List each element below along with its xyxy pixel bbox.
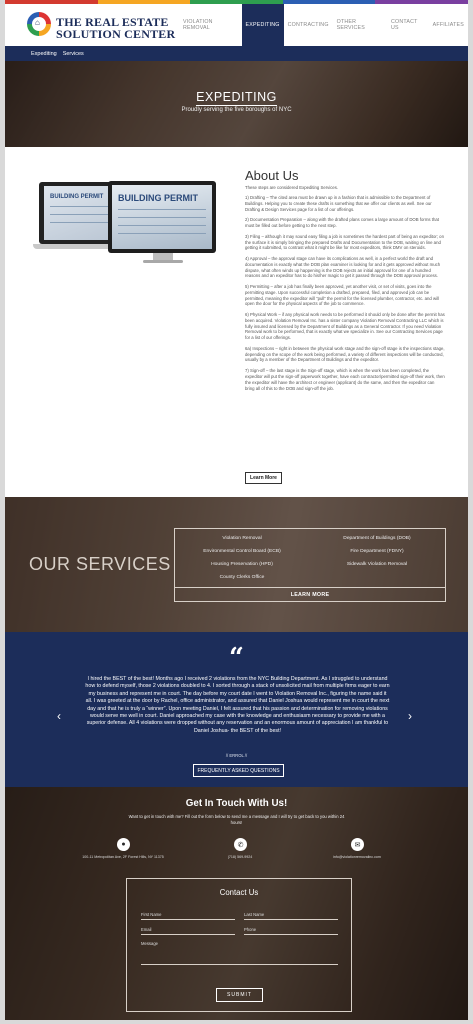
testimonial-text: I hired the BEST of the best! Months ago… (85, 676, 390, 734)
contact-form: Contact Us SUBMIT (126, 878, 352, 1012)
form-title: Contact Us (219, 888, 259, 897)
paper-line (118, 233, 206, 234)
contact-title: Get In Touch With Us! (185, 798, 288, 809)
nav-contact-us[interactable]: CONTACT US (387, 4, 429, 46)
about-section: BUILDING PERMIT BUILDING PERMIT About Us… (5, 147, 468, 497)
paper-line (118, 209, 206, 210)
nav-contracting[interactable]: CONTRACTING (284, 4, 333, 46)
service-violation-removal[interactable]: Violation Removal (177, 536, 307, 541)
submit-button[interactable]: SUBMIT (216, 988, 263, 1002)
contact-subtitle: Want to get in touch with me? Fill out t… (128, 814, 345, 825)
quote-icon: “ (229, 643, 244, 673)
email-field[interactable] (141, 925, 235, 935)
about-paragraph: 4) Approval – the approval stage can hav… (245, 255, 441, 279)
about-paragraph: 2) Documentation Preparation – along wit… (245, 217, 439, 229)
service-hpd[interactable]: Housing Preservation (HPD) (177, 562, 307, 567)
about-paragraph: 1) Drafting – The cited area must be dra… (245, 195, 432, 213)
faq-button[interactable]: FREQUENTLY ASKED QUESTIONS (193, 764, 284, 777)
testimonial-author: // ERROL // (225, 753, 248, 758)
service-ecb[interactable]: Environmental Control Board (ECB) (177, 549, 307, 554)
page-title-text: EXPEDITING (196, 90, 277, 106)
nav-other-services[interactable]: OTHER SERVICES (333, 4, 387, 46)
page-title: EXPEDITING (5, 90, 468, 106)
first-name-field[interactable] (141, 910, 235, 920)
service-county-clerks[interactable]: County Clerks Office (177, 575, 307, 580)
about-body: These steps are considered Expediting Se… (245, 185, 445, 396)
nav-expediting[interactable]: EXPEDITING (241, 4, 284, 46)
breadcrumb-services[interactable]: Services (63, 51, 84, 57)
main-nav: VIOLATION REMOVAL EXPEDITING CONTRACTING… (179, 4, 468, 46)
about-paragraph: These steps are considered Expediting Se… (245, 185, 339, 190)
contact-phone[interactable]: (718) 569-9924 (180, 855, 300, 859)
envelope-icon: ✉ (351, 838, 364, 851)
monitor-foot (143, 260, 183, 263)
about-paragraph: 6) Physical Work – if any physical work … (245, 311, 445, 341)
contact-email[interactable]: info@violationremovalinc.com (297, 855, 417, 859)
page: ⌂ THE REAL ESTATE SOLUTION CENTER VIOLAT… (5, 0, 468, 1020)
chevron-right-icon[interactable]: › (408, 709, 412, 723)
about-title: About Us (245, 168, 299, 183)
services-section: OUR SERVICES Violation Removal Departmen… (5, 497, 468, 632)
paper-line (118, 225, 206, 226)
hero-banner: EXPEDITING Proudly serving the five boro… (5, 61, 468, 147)
service-sidewalk[interactable]: Sidewalk Violation Removal (312, 562, 442, 567)
services-title: OUR SERVICES (29, 554, 171, 574)
services-learn-more-button[interactable]: LEARN MORE (175, 588, 445, 602)
nav-affiliates[interactable]: AFFILIATES (429, 4, 468, 46)
map-pin-icon: ● (117, 838, 130, 851)
paper-line (118, 217, 206, 218)
nav-violation-removal[interactable]: VIOLATION REMOVAL (179, 4, 242, 46)
permit-heading: BUILDING PERMIT (118, 193, 198, 203)
learn-more-button[interactable]: Learn More (245, 472, 282, 484)
monitor-image: BUILDING PERMIT (108, 181, 216, 253)
monitor-screen: BUILDING PERMIT (112, 185, 212, 249)
breadcrumb: Expediting Services (5, 46, 468, 61)
about-paragraph: 6a) Inspections – right in between the p… (245, 345, 445, 363)
contact-address: 100-11 Metropolitan Ave, 2F Forest Hills… (82, 855, 164, 859)
contact-section: Get In Touch With Us! Want to get in tou… (5, 787, 468, 1020)
service-dob[interactable]: Department of Buildings (DOB) (312, 536, 442, 541)
site-header: ⌂ THE REAL ESTATE SOLUTION CENTER VIOLAT… (5, 4, 468, 46)
house-circle-icon[interactable]: ⌂ (27, 12, 51, 36)
phone-icon: ✆ (234, 838, 247, 851)
about-paragraph: 3) Filing – although it may sound easy f… (245, 233, 444, 251)
about-paragraph: 7) Sign-off – the last stage is the Sign… (245, 367, 445, 391)
about-paragraph: 5) Permitting – after a job has finally … (245, 283, 439, 307)
chevron-left-icon[interactable]: ‹ (57, 709, 61, 723)
testimonial-section: “ ‹ › I hired the BEST of the best! Mont… (5, 632, 468, 787)
services-list: Violation Removal Department of Building… (174, 528, 446, 602)
message-field[interactable] (141, 939, 338, 965)
brand-name-line2[interactable]: SOLUTION CENTER (56, 27, 175, 42)
phone-field[interactable] (244, 925, 338, 935)
service-fdny[interactable]: Fire Department (FDNY) (312, 549, 442, 554)
breadcrumb-expediting[interactable]: Expediting (31, 51, 57, 57)
permit-heading-small: BUILDING PERMIT (50, 194, 104, 200)
last-name-field[interactable] (244, 910, 338, 920)
page-subtitle: Proudly serving the five boroughs of NYC (181, 107, 292, 113)
